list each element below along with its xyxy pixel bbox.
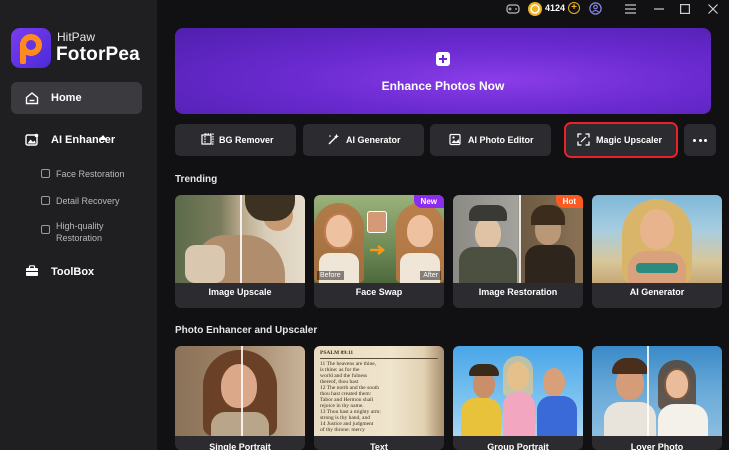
group-portrait-thumbnail <box>453 346 583 436</box>
ai-generator-thumbnail <box>592 195 722 283</box>
sidebar-item-label: ToolBox <box>51 266 95 278</box>
book-text-line: of thy throne: mercy <box>320 427 366 433</box>
minimize-icon[interactable] <box>654 8 664 10</box>
card-caption: Text <box>370 442 388 450</box>
photo-editor-icon <box>449 133 461 146</box>
sidebar-item-ai-enhancer[interactable]: AI Enhancer <box>11 126 142 154</box>
card-ai-generator[interactable]: AI Generator <box>592 195 722 308</box>
ai-generator-button[interactable]: AI Generator <box>303 124 424 156</box>
card-caption: Image Upscale <box>208 287 272 297</box>
card-caption: Group Portrait <box>487 442 549 450</box>
before-label: Before <box>317 271 344 280</box>
bg-remover-icon <box>201 133 214 145</box>
more-dot <box>704 139 707 142</box>
card-caption: Image Restoration <box>478 287 558 297</box>
sidebar: HitPaw FotorPea Home AI Enhancer Face Re… <box>0 0 157 450</box>
chevron-up-icon[interactable] <box>99 135 107 140</box>
tool-label: BG Remover <box>219 135 274 145</box>
image-restoration-thumbnail <box>453 195 583 283</box>
section-title-trending: Trending <box>175 174 218 185</box>
single-portrait-thumbnail <box>175 346 305 436</box>
card-image-restoration[interactable]: Hot Image Restoration <box>453 195 583 308</box>
card-text[interactable]: PSALM 89:11 11 The heavens are thine, is… <box>314 346 444 450</box>
brand-small: HitPaw <box>57 30 96 44</box>
detail-recovery-icon <box>41 196 50 205</box>
subitem-label-line1: High-quality <box>56 221 104 231</box>
face-swap-thumbnail: Before After <box>314 195 444 283</box>
subitem-label: Detail Recovery <box>56 196 120 206</box>
more-dot <box>693 139 696 142</box>
section-title-photo-enhancer: Photo Enhancer and Upscaler <box>175 325 318 336</box>
more-dot <box>698 139 702 142</box>
card-caption: Face Swap <box>355 287 403 297</box>
card-face-swap[interactable]: Before After New Face Swap <box>314 195 444 308</box>
home-icon <box>25 92 39 105</box>
credits-count: 4124 <box>545 3 566 13</box>
coin-icon <box>528 2 542 16</box>
high-quality-restoration-icon <box>41 225 50 234</box>
card-caption: Single Portrait <box>209 442 271 450</box>
after-label: After <box>420 271 441 280</box>
more-tools-button[interactable] <box>684 124 716 156</box>
app-logo-icon <box>11 28 51 68</box>
menu-icon[interactable] <box>625 4 636 14</box>
card-image-upscale[interactable]: Image Upscale <box>175 195 305 308</box>
enhance-photos-banner[interactable]: Enhance Photos Now <box>175 28 711 114</box>
bg-remover-button[interactable]: BG Remover <box>175 124 296 156</box>
tool-label: AI Photo Editor <box>468 135 534 145</box>
text-thumbnail: PSALM 89:11 11 The heavens are thine, is… <box>314 346 444 436</box>
close-icon[interactable] <box>708 4 718 14</box>
add-photo-icon <box>436 52 450 66</box>
brand-name: FotorPea <box>56 44 140 65</box>
image-enhance-icon <box>25 133 39 146</box>
subitem-label: Face Restoration <box>56 169 125 179</box>
subitem-label-line2: Restoration <box>56 233 103 243</box>
sidebar-item-home[interactable]: Home <box>11 82 142 114</box>
ai-photo-editor-button[interactable]: AI Photo Editor <box>430 124 551 156</box>
account-icon[interactable] <box>589 2 602 15</box>
title-bar: 4124 + <box>157 0 729 18</box>
card-caption: Lover Photo <box>630 442 684 450</box>
sidebar-item-label: Home <box>51 92 82 104</box>
lover-photo-thumbnail <box>592 346 722 436</box>
add-credits-icon[interactable]: + <box>568 2 580 14</box>
card-single-portrait[interactable]: Single Portrait <box>175 346 305 450</box>
magic-upscaler-button[interactable]: Magic Upscaler <box>564 122 678 158</box>
tool-label: AI Generator <box>346 135 401 145</box>
card-lover-photo[interactable]: Lover Photo <box>592 346 722 450</box>
sidebar-item-toolbox[interactable]: ToolBox <box>11 258 142 286</box>
hot-badge: Hot <box>555 195 583 208</box>
new-badge: New <box>413 195 444 208</box>
magic-wand-icon <box>328 133 339 145</box>
gamepad-icon[interactable] <box>506 3 520 15</box>
toolbox-icon <box>26 265 38 276</box>
banner-title: Enhance Photos Now <box>381 79 505 93</box>
card-group-portrait[interactable]: Group Portrait <box>453 346 583 450</box>
maximize-icon[interactable] <box>680 4 690 14</box>
upscale-icon <box>577 133 590 146</box>
tool-label: Magic Upscaler <box>596 135 663 145</box>
face-restoration-icon <box>41 169 50 178</box>
card-caption: AI Generator <box>629 287 685 297</box>
book-heading: PSALM 89:11 <box>320 350 354 356</box>
image-upscale-thumbnail <box>175 195 305 283</box>
